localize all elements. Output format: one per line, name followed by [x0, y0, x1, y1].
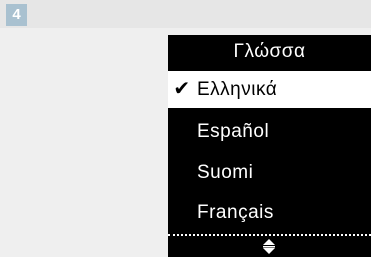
- step-number-badge: 4: [6, 4, 27, 26]
- up-down-arrows-icon[interactable]: [259, 238, 279, 256]
- device-screen: Γλώσσα ✔ Ελληνικά Español Suomi Français: [168, 35, 371, 257]
- language-label: Ελληνικά: [197, 79, 278, 100]
- language-label: Español: [197, 121, 270, 142]
- language-label: Suomi: [197, 162, 254, 183]
- language-item-finnish[interactable]: Suomi: [168, 154, 371, 191]
- dotted-divider: [168, 234, 371, 236]
- step-header: 4: [0, 0, 371, 28]
- language-item-greek[interactable]: ✔ Ελληνικά: [168, 71, 371, 108]
- language-item-french[interactable]: Français: [168, 194, 371, 231]
- language-item-spanish[interactable]: Español: [168, 113, 371, 150]
- language-label: Français: [197, 202, 274, 223]
- screen-title: Γλώσσα: [233, 41, 306, 62]
- checkmark-icon: ✔: [173, 78, 191, 100]
